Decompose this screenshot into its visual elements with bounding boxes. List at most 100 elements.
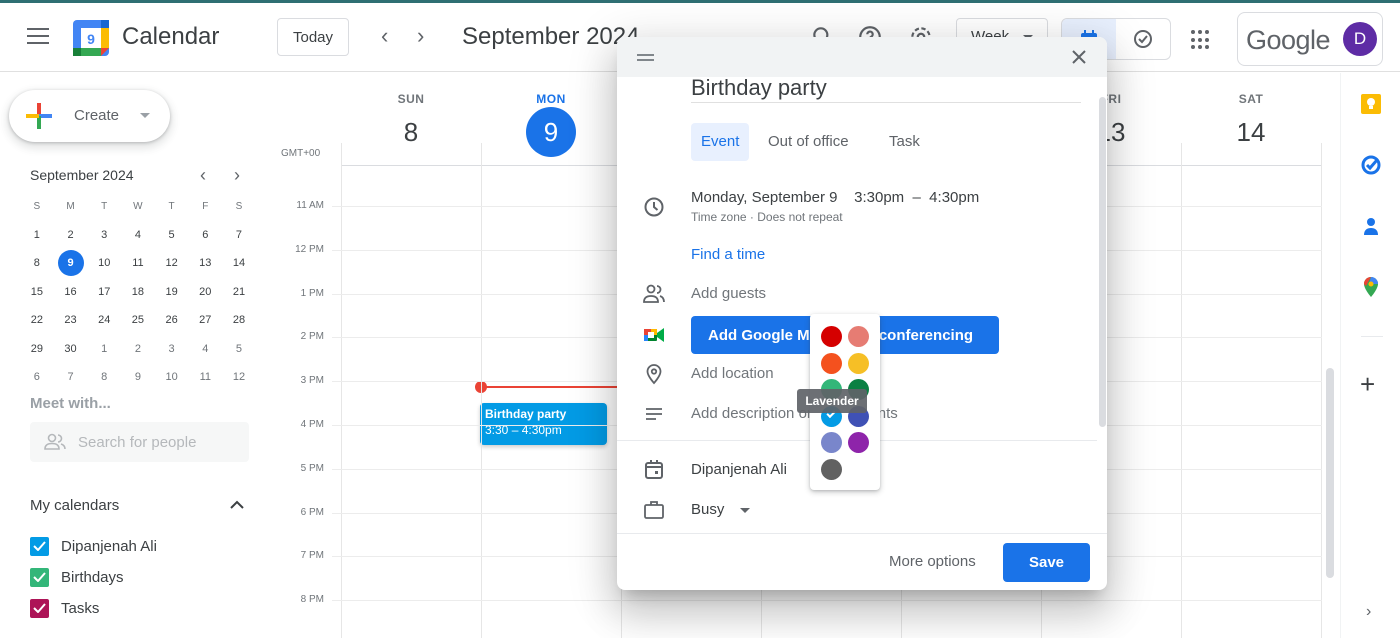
event-title-input[interactable] [691,77,1081,103]
color-swatch-grape[interactable] [848,432,869,453]
drag-handle-icon[interactable] [637,54,654,61]
mini-day[interactable]: 2 [121,343,155,355]
mini-day[interactable]: 10 [155,371,189,383]
mini-day[interactable]: 28 [222,314,256,326]
mini-day[interactable]: 6 [188,229,222,241]
mini-day-selected[interactable]: 9 [54,250,88,277]
mini-day[interactable]: 10 [87,257,121,269]
mini-day[interactable]: 21 [222,286,256,298]
mini-day[interactable]: 8 [20,257,54,269]
next-week-icon[interactable]: › [417,25,424,47]
tab-out-of-office[interactable]: Out of office [768,123,849,161]
mini-day[interactable]: 20 [188,286,222,298]
mini-day[interactable]: 4 [121,229,155,241]
google-apps-icon[interactable] [1191,30,1211,50]
search-people-input[interactable] [78,422,243,462]
dialog-scrollbar[interactable] [1099,97,1106,427]
mini-day[interactable]: 9 [121,371,155,383]
mini-day[interactable]: 23 [54,314,88,326]
color-swatch-graphite[interactable] [821,458,842,480]
mini-day[interactable]: 3 [155,343,189,355]
day-header-sun[interactable]: SUN 8 [341,73,481,163]
color-swatch-lavender[interactable] [821,432,842,453]
mini-day[interactable]: 11 [188,371,222,383]
mini-day[interactable]: 24 [87,314,121,326]
calendar-checkbox[interactable] [30,567,49,587]
day-header-sat[interactable]: SAT 14 [1181,73,1321,163]
mini-day[interactable]: 12 [222,371,256,383]
mini-day[interactable]: 7 [54,371,88,383]
day-number[interactable]: 8 [341,117,481,148]
account-switcher[interactable]: Google D [1237,12,1383,66]
today-button[interactable]: Today [277,18,349,56]
mini-day[interactable]: 29 [20,343,54,355]
mini-day[interactable]: 4 [188,343,222,355]
save-button[interactable]: Save [1003,543,1090,582]
tab-task[interactable]: Task [889,123,920,161]
mini-day[interactable]: 2 [54,229,88,241]
calendar-checkbox[interactable] [30,536,49,556]
mini-day[interactable]: 3 [87,229,121,241]
mini-day[interactable]: 26 [155,314,189,326]
mini-day[interactable]: 16 [54,286,88,298]
mini-day[interactable]: 22 [20,314,54,326]
day-number[interactable]: 14 [1181,117,1321,148]
mini-day[interactable]: 18 [121,286,155,298]
main-menu-icon[interactable] [27,28,49,44]
color-swatch-flamingo[interactable] [848,326,869,347]
google-brand: Google [1246,25,1331,55]
mini-day[interactable]: 7 [222,229,256,241]
day-number[interactable]: 9 [481,107,621,157]
previous-week-icon[interactable]: ‹ [381,25,388,47]
mini-day[interactable]: 25 [121,314,155,326]
add-guests-field[interactable]: Add guests [691,285,766,302]
mini-day[interactable]: 6 [20,371,54,383]
calendar-checkbox[interactable] [30,598,49,618]
timezone-repeat-info[interactable]: Time zone · Does not repeat [691,210,843,224]
mini-day[interactable]: 15 [20,286,54,298]
mini-prev-month-icon[interactable]: ‹ [200,165,206,186]
chevron-up-icon[interactable] [229,498,245,510]
close-icon[interactable] [1068,46,1090,68]
mini-day[interactable]: 17 [87,286,121,298]
mini-day[interactable]: 30 [54,343,88,355]
day-header-mon[interactable]: MON 9 [481,73,621,163]
avatar[interactable]: D [1343,22,1377,56]
color-swatch-tomato[interactable] [821,326,842,347]
mini-next-month-icon[interactable]: › [234,165,240,186]
calendar-list-item[interactable]: Dipanjenah Ali [30,535,157,557]
grid-scrollbar[interactable] [1326,368,1334,578]
availability-dropdown[interactable]: Busy [691,501,751,518]
create-button[interactable]: Create [9,90,170,142]
tasks-icon[interactable] [1360,154,1382,176]
event-chip[interactable]: Birthday party 3:30 – 4:30pm [480,403,607,445]
event-date-time[interactable]: Monday, September 9 3:30pm – 4:30pm [691,189,979,206]
calendar-owner[interactable]: Dipanjenah Ali [691,461,787,478]
mini-day[interactable]: 1 [20,229,54,241]
add-location-field[interactable]: Add location [691,365,774,382]
mini-day[interactable]: 14 [222,257,256,269]
mini-day[interactable]: 27 [188,314,222,326]
expand-panel-icon[interactable]: › [1366,603,1371,621]
mini-day[interactable]: 5 [222,343,256,355]
mini-day[interactable]: 5 [155,229,189,241]
color-swatch-tangerine[interactable] [821,352,842,374]
mini-day[interactable]: 19 [155,286,189,298]
calendar-list-item[interactable]: Birthdays [30,566,124,588]
mini-day[interactable]: 1 [87,343,121,355]
mini-day[interactable]: 8 [87,371,121,383]
mini-day[interactable]: 13 [188,257,222,269]
calendar-list-item[interactable]: Tasks [30,597,99,619]
tab-event[interactable]: Event [691,123,750,161]
maps-icon[interactable] [1360,276,1382,298]
color-swatch-banana[interactable] [848,352,869,374]
more-options-button[interactable]: More options [889,553,976,570]
mini-day[interactable]: 12 [155,257,189,269]
mini-day[interactable]: 11 [121,257,155,269]
find-a-time-link[interactable]: Find a time [691,246,765,263]
mini-week-row: 6 7 8 9 10 11 12 [20,363,256,392]
contacts-icon[interactable] [1360,215,1382,237]
tasks-view-toggle[interactable] [1116,19,1170,59]
keep-icon[interactable] [1360,93,1382,115]
get-addons-plus-icon[interactable]: + [1360,371,1375,397]
